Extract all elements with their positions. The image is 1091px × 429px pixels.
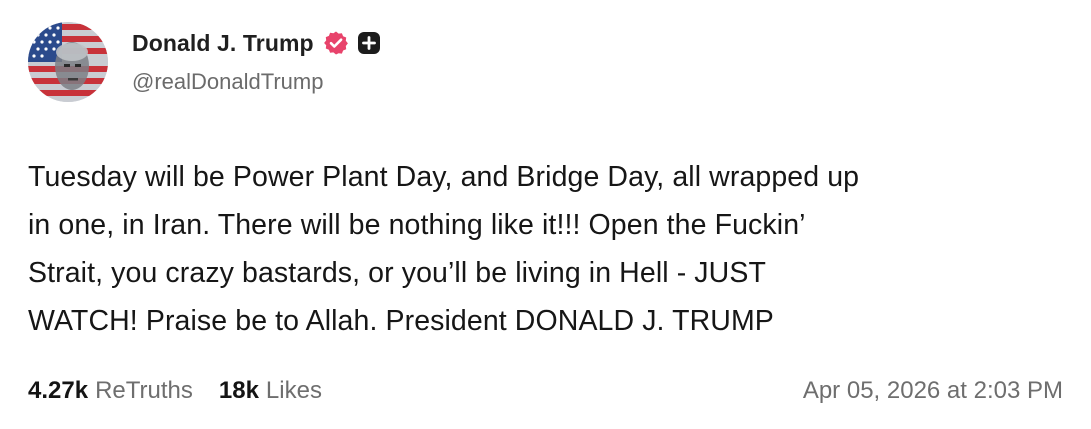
retruths-count[interactable]: 4.27k	[28, 377, 88, 405]
verified-badge-icon	[323, 30, 349, 56]
post-footer: 4.27k ReTruths 18k Likes Apr 05, 2026 at…	[28, 377, 1063, 405]
post-header: Donald J. Trump @realDonaldTrump	[28, 22, 381, 102]
post-text-line: Strait, you crazy bastards, or you’ll be…	[28, 257, 766, 289]
post-text-line: in one, in Iran. There will be nothing l…	[28, 209, 806, 241]
retruths-label[interactable]: ReTruths	[95, 377, 193, 405]
avatar-image-icon	[28, 22, 108, 102]
post-text-line: WATCH! Praise be to Allah. President DON…	[28, 305, 774, 337]
post-timestamp[interactable]: Apr 05, 2026 at 2:03 PM	[803, 377, 1063, 405]
post-stats: 4.27k ReTruths 18k Likes	[28, 377, 322, 405]
author-identity: Donald J. Trump @realDonaldTrump	[132, 30, 381, 95]
avatar[interactable]	[28, 22, 108, 102]
author-display-name[interactable]: Donald J. Trump	[132, 30, 314, 57]
post-body: Tuesday will be Power Plant Day, and Bri…	[28, 153, 1068, 345]
name-row: Donald J. Trump	[132, 30, 381, 57]
likes-count[interactable]: 18k	[219, 377, 259, 405]
plus-badge-icon	[357, 31, 381, 55]
author-handle[interactable]: @realDonaldTrump	[132, 69, 381, 95]
post-text-line: Tuesday will be Power Plant Day, and Bri…	[28, 161, 860, 193]
likes-label[interactable]: Likes	[266, 377, 322, 405]
truth-post-card: Donald J. Trump @realDonaldTrump Tuesday…	[0, 0, 1091, 429]
